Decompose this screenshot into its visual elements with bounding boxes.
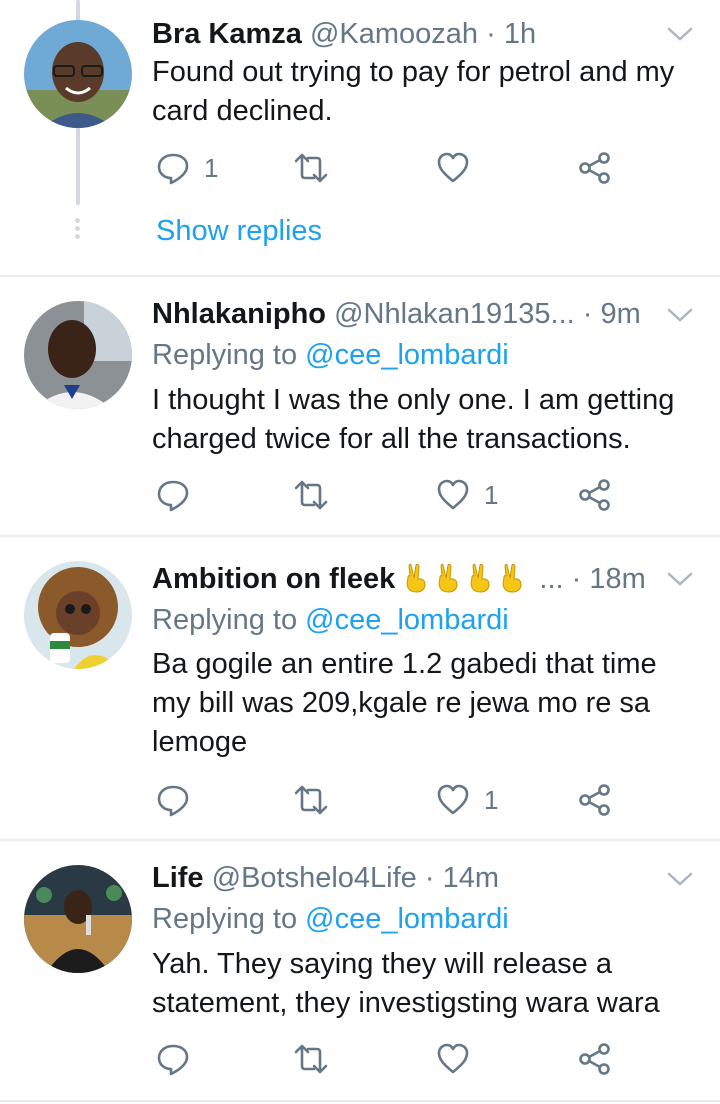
author-handle[interactable]: @Nhlakan19135... — [334, 298, 575, 330]
like-button[interactable]: 1 — [436, 475, 498, 515]
share-button[interactable] — [578, 1039, 612, 1079]
reply-icon — [157, 480, 189, 512]
retweet-button[interactable] — [294, 148, 342, 188]
tweet-actions: 1 — [152, 780, 632, 820]
heart-icon — [437, 1043, 469, 1074]
victory-hand-emoji-icon — [406, 564, 426, 593]
author-name[interactable]: Life — [152, 862, 204, 894]
tweet-actions: 1 — [152, 475, 632, 515]
avatar[interactable] — [24, 865, 132, 973]
reply-button[interactable] — [156, 1039, 204, 1079]
reply-button[interactable]: 1 — [156, 148, 218, 188]
replying-to-label: Replying to — [152, 604, 306, 636]
retweet-button[interactable] — [294, 1039, 342, 1079]
avatar[interactable] — [24, 20, 132, 128]
share-button[interactable] — [578, 475, 612, 515]
share-icon — [579, 784, 610, 816]
share-button[interactable] — [578, 780, 612, 820]
replying-to: Replying to @cee_lombardi — [152, 899, 509, 939]
retweet-icon — [294, 153, 328, 183]
chevron-down-icon[interactable] — [666, 305, 694, 325]
tweet-text: Found out trying to pay for petrol and m… — [152, 56, 675, 127]
chevron-down-icon[interactable] — [666, 569, 694, 589]
victory-hand-emoji-icon — [470, 564, 490, 593]
replying-to: Replying to @cee_lombardi — [152, 600, 509, 640]
replying-to-label: Replying to — [152, 903, 306, 935]
retweet-icon — [294, 1044, 328, 1074]
share-icon — [579, 152, 610, 184]
tweet-time: · 9m — [582, 298, 641, 330]
mention-link[interactable]: @cee_lombardi — [305, 604, 509, 636]
tweet-actions: 1 — [152, 148, 632, 188]
victory-hand-emoji-icon — [502, 564, 522, 593]
author-name[interactable]: Ambition on fleek — [152, 563, 395, 595]
reply-icon — [157, 153, 189, 185]
reply-button[interactable] — [156, 475, 204, 515]
chevron-down-icon[interactable] — [666, 869, 694, 889]
author-name[interactable]: Bra Kamza — [152, 18, 302, 50]
like-button[interactable] — [436, 1039, 484, 1079]
replying-to: Replying to @cee_lombardi — [152, 335, 509, 375]
retweet-button[interactable] — [294, 475, 342, 515]
share-icon — [579, 1043, 610, 1075]
like-button[interactable] — [436, 148, 484, 188]
tweet-actions — [152, 1039, 632, 1079]
divider — [0, 1100, 720, 1102]
like-button[interactable]: 1 — [436, 780, 498, 820]
heart-icon — [437, 479, 469, 510]
heart-icon — [437, 784, 469, 815]
replying-to-label: Replying to — [152, 339, 306, 371]
tweet-time: · 1h — [486, 18, 537, 50]
author-handle[interactable]: @Kamoozah — [310, 18, 478, 50]
reply-icon — [157, 1044, 189, 1076]
retweet-button[interactable] — [294, 780, 342, 820]
reply-icon — [157, 785, 189, 817]
mention-link[interactable]: @cee_lombardi — [305, 903, 509, 935]
tweet-text: I thought I was the only one. I am getti… — [152, 384, 675, 455]
name-ellipsis: ... — [539, 563, 564, 595]
share-button[interactable] — [578, 148, 612, 188]
tweet-2[interactable]: Nhlakanipho @Nhlakan19135... · 9m Replyi… — [0, 277, 720, 535]
avatar[interactable] — [24, 301, 132, 409]
chevron-down-icon[interactable] — [666, 24, 694, 44]
reply-button[interactable] — [156, 780, 204, 820]
retweet-icon — [294, 785, 328, 815]
retweet-icon — [294, 480, 328, 510]
avatar[interactable] — [24, 561, 132, 669]
like-count: 1 — [484, 479, 499, 510]
reply-count: 1 — [204, 152, 219, 183]
tweet-text: Ba gogile an entire 1.2 gabedi that time… — [152, 648, 657, 758]
like-count: 1 — [484, 784, 499, 815]
tweet-time: · 14m — [424, 862, 500, 894]
tweet-4[interactable]: Life @Botshelo4Life · 14m Replying to @c… — [0, 841, 720, 1104]
tweet-3[interactable]: Ambition on fleek ... · 18m Replying to … — [0, 537, 720, 839]
author-handle[interactable]: @Botshelo4Life — [212, 862, 417, 894]
tweet-time: · 18m — [571, 563, 646, 595]
mention-link[interactable]: @cee_lombardi — [305, 339, 509, 371]
show-replies-link[interactable]: Show replies — [156, 211, 322, 251]
share-icon — [579, 479, 610, 511]
tweet-text: Yah. They saying they will release a sta… — [152, 948, 660, 1019]
thread-dots — [75, 218, 81, 242]
emoji-group — [403, 560, 531, 599]
victory-hand-emoji-icon — [438, 564, 458, 593]
author-name[interactable]: Nhlakanipho — [152, 298, 326, 330]
tweet-1[interactable]: Bra Kamza @Kamoozah · 1h Found out tryin… — [0, 0, 720, 276]
heart-icon — [437, 152, 469, 183]
